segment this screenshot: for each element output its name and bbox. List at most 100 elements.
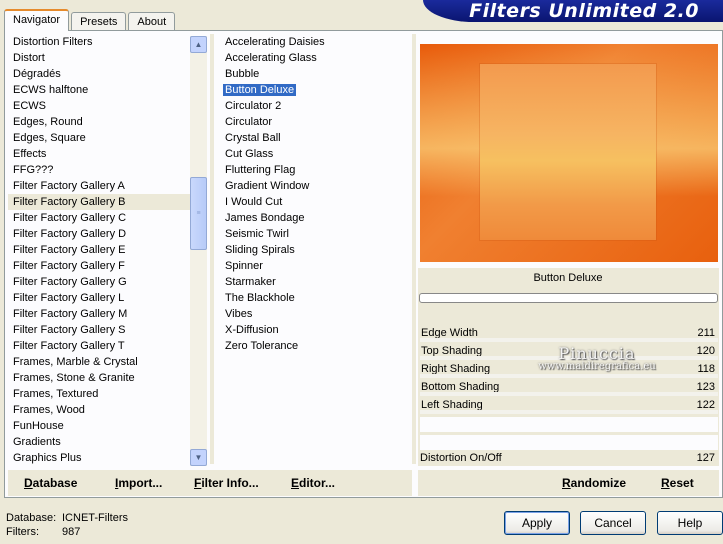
database-value: ICNET-Filters	[62, 512, 128, 524]
filter-item-label: X-Diffusion	[225, 324, 279, 336]
category-item[interactable]: Graphics Plus	[8, 450, 192, 466]
empty-param-slot	[420, 435, 718, 450]
progress-bar	[419, 293, 718, 303]
category-item[interactable]: Filter Factory Gallery T	[8, 338, 192, 354]
filter-item-label: Circulator 2	[225, 100, 282, 112]
category-item[interactable]: Frames, Marble & Crystal	[8, 354, 192, 370]
app-title: Filters Unlimited 2.0	[469, 0, 699, 22]
help-button[interactable]: Help	[657, 511, 723, 535]
scroll-thumb[interactable]: ≡	[190, 177, 207, 250]
category-scrollbar[interactable]: ▲ ≡ ▼	[190, 36, 207, 466]
parameter-sliders: Edge Width 211 Top Shading 120 Right Shading…	[420, 324, 718, 450]
filter-item[interactable]: Vibes	[220, 306, 410, 322]
filter-item[interactable]: I Would Cut	[220, 194, 410, 210]
database-label: Database:	[6, 512, 57, 524]
filter-item[interactable]: Fluttering Flag	[220, 162, 410, 178]
category-item[interactable]: Filter Factory Gallery F	[8, 258, 192, 274]
category-item[interactable]: Gradients	[8, 434, 192, 450]
filter-item[interactable]: The Blackhole	[220, 290, 410, 306]
editor-button[interactable]: Editor...	[291, 476, 335, 490]
scroll-down-button[interactable]: ▼	[190, 449, 207, 466]
category-item[interactable]: Filter Factory Gallery D	[8, 226, 192, 242]
filter-item[interactable]: Bubble	[220, 66, 410, 82]
filters-count: 987	[62, 526, 81, 538]
filter-item[interactable]: Accelerating Glass	[220, 50, 410, 66]
category-item[interactable]: Filter Factory Gallery M	[8, 306, 192, 322]
filter-item-label: Seismic Twirl	[225, 228, 289, 240]
filter-item[interactable]: Sliding Spirals	[220, 242, 410, 258]
filter-item[interactable]: Circulator	[220, 114, 410, 130]
param-label: Distortion On/Off	[420, 452, 502, 464]
category-item[interactable]: Frames, Textured	[8, 386, 192, 402]
filter-item-label: Zero Tolerance	[225, 340, 299, 352]
filter-item[interactable]: Accelerating Daisies	[220, 34, 410, 50]
tab-navigator[interactable]: Navigator	[4, 9, 70, 31]
randomize-button[interactable]: Randomize	[562, 476, 626, 490]
status-info: Database: ICNET-Filters Filters: 987	[6, 511, 128, 539]
apply-button[interactable]: Apply	[504, 511, 570, 535]
reset-button[interactable]: Reset	[661, 476, 694, 490]
filter-item[interactable]: Starmaker	[220, 274, 410, 290]
database-button[interactable]: Database	[24, 476, 77, 490]
scroll-up-button[interactable]: ▲	[190, 36, 207, 53]
category-item[interactable]: Distort	[8, 50, 192, 66]
filter-item[interactable]: X-Diffusion	[220, 322, 410, 338]
filter-item-label: Circulator	[225, 116, 273, 128]
category-item[interactable]: Effects	[8, 146, 192, 162]
filter-list[interactable]: Accelerating Daisies Accelerating Glass Bu…	[220, 34, 410, 466]
category-item[interactable]: Distortion Filters	[8, 34, 192, 50]
watermark-url: www.maidiregrafica.eu	[538, 361, 656, 372]
category-item[interactable]: FFG???	[8, 162, 192, 178]
category-item[interactable]: Frames, Stone & Granite	[8, 370, 192, 386]
category-item[interactable]: Edges, Round	[8, 114, 192, 130]
filter-item[interactable]: Button Deluxe	[220, 82, 410, 98]
category-item[interactable]: Filter Factory Gallery G	[8, 274, 192, 290]
filter-item[interactable]: Seismic Twirl	[220, 226, 410, 242]
category-item[interactable]: Filter Factory Gallery S	[8, 322, 192, 338]
tab-presets[interactable]: Presets	[71, 12, 127, 30]
param-slider[interactable]: Bottom Shading 123	[420, 378, 718, 396]
category-item[interactable]: Filter Factory Gallery E	[8, 242, 192, 258]
filter-item-label: Spinner	[225, 260, 263, 272]
filter-item-label: Button Deluxe	[223, 84, 297, 96]
category-item[interactable]: Filter Factory Gallery C	[8, 210, 192, 226]
category-item[interactable]: Dégradés	[8, 66, 192, 82]
filter-item-label: Accelerating Daisies	[225, 36, 325, 48]
filter-item-label: Accelerating Glass	[225, 52, 317, 64]
cancel-button[interactable]: Cancel	[580, 511, 646, 535]
tab-about[interactable]: About	[128, 12, 176, 30]
param-slider[interactable]: Left Shading 122	[420, 396, 718, 414]
category-item[interactable]: Edges, Square	[8, 130, 192, 146]
filter-item-label: James Bondage	[225, 212, 305, 224]
param-value: 127	[696, 452, 715, 464]
empty-param-slot	[420, 417, 718, 432]
filter-item[interactable]: Gradient Window	[220, 178, 410, 194]
category-item[interactable]: ECWS	[8, 98, 192, 114]
filter-item-label: Crystal Ball	[225, 132, 281, 144]
param-distortion[interactable]: Distortion On/Off 127	[420, 450, 718, 466]
filter-info-button[interactable]: Filter Info...	[194, 476, 259, 490]
filter-item[interactable]: Cut Glass	[220, 146, 410, 162]
filter-item[interactable]: Zero Tolerance	[220, 338, 410, 354]
title-banner: Filters Unlimited 2.0	[423, 0, 723, 22]
tab-strip: Navigator Presets About	[4, 8, 177, 31]
category-list[interactable]: Distortion Filters Distort Dégradés ECWS ha…	[8, 34, 192, 466]
category-item[interactable]: Filter Factory Gallery L	[8, 290, 192, 306]
filter-item[interactable]: Circulator 2	[220, 98, 410, 114]
category-item[interactable]: Frames, Wood	[8, 402, 192, 418]
preview-image	[420, 44, 718, 262]
category-item[interactable]: FunHouse	[8, 418, 192, 434]
filter-item[interactable]: James Bondage	[220, 210, 410, 226]
filter-item[interactable]: Crystal Ball	[220, 130, 410, 146]
watermark: Pinuccia www.maidiregrafica.eu	[534, 344, 660, 372]
category-item[interactable]: ECWS halftone	[8, 82, 192, 98]
category-item[interactable]: Filter Factory Gallery B	[8, 194, 192, 210]
filter-item-label: I Would Cut	[225, 196, 283, 208]
category-item[interactable]: Filter Factory Gallery A	[8, 178, 192, 194]
filter-item-label: Gradient Window	[225, 180, 310, 192]
import-button[interactable]: Import...	[115, 476, 162, 490]
filter-item-label: Fluttering Flag	[225, 164, 296, 176]
param-slider[interactable]: Edge Width 211	[420, 324, 718, 342]
filter-item[interactable]: Spinner	[220, 258, 410, 274]
slider-track[interactable]	[420, 410, 718, 414]
